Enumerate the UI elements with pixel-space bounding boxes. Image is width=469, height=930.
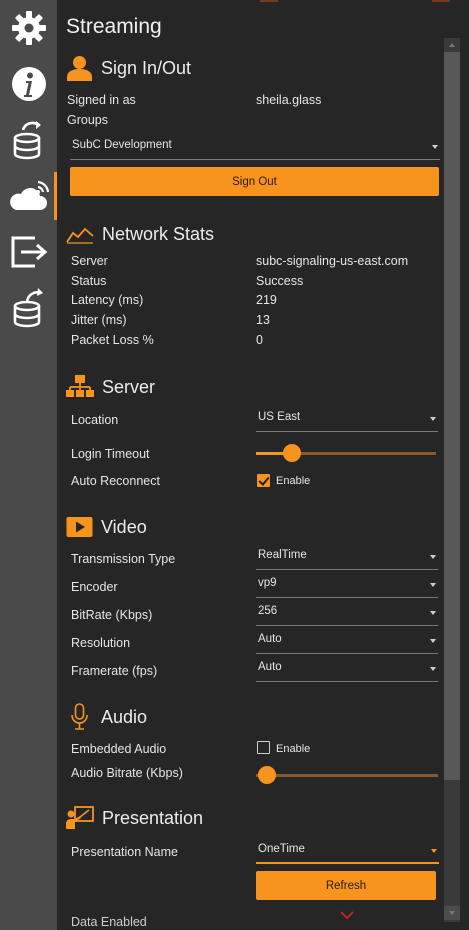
database-sync-icon (13, 121, 41, 160)
network-stat-value: 0 (256, 333, 263, 347)
audio-heading: Audio (101, 706, 148, 727)
audio-section-header: Audio (66, 702, 147, 732)
chevron-down-icon (430, 417, 436, 421)
sidebar-export-button[interactable] (0, 224, 57, 280)
chevron-down-icon (449, 911, 455, 915)
video-setting-value: RealTime (258, 549, 307, 561)
sign-in-heading: Sign In/Out (101, 57, 192, 78)
chevron-down-icon (430, 555, 436, 559)
video-setting-dropdown[interactable]: vp9 (256, 572, 438, 598)
groups-dropdown[interactable]: SubC Development (70, 134, 440, 160)
chevron-down-icon (430, 583, 436, 587)
user-icon (67, 56, 92, 81)
sign-in-section-header: Sign In/Out (66, 53, 191, 83)
gear-icon (11, 11, 46, 45)
auto-reconnect-checkbox[interactable] (257, 474, 270, 487)
sign-out-button[interactable]: Sign Out (70, 167, 439, 196)
info-icon (11, 67, 46, 101)
video-play-icon (66, 517, 93, 537)
signed-in-label: Signed in as (67, 93, 136, 107)
video-setting-dropdown[interactable]: 256 (256, 600, 438, 626)
top-accent-line (260, 0, 278, 2)
groups-dropdown-value: SubC Development (72, 139, 172, 151)
presentation-name-dropdown[interactable]: OneTime (256, 838, 439, 864)
top-accent-line (432, 0, 450, 2)
cloud-broadcast-icon (9, 180, 49, 210)
sidebar (0, 0, 57, 930)
refresh-button[interactable]: Refresh (256, 871, 436, 900)
video-setting-label: Resolution (71, 636, 131, 650)
network-stat-value: 13 (256, 313, 270, 327)
database-export-icon (13, 288, 43, 328)
chevron-up-icon (449, 43, 455, 47)
location-dropdown-value: US East (258, 411, 301, 423)
audio-bitrate-label: Audio Bitrate (Kbps) (71, 766, 183, 780)
scrollbar-thumb[interactable] (444, 52, 460, 780)
sidebar-database-export-button[interactable] (0, 280, 57, 336)
scroll-up-button[interactable] (444, 38, 460, 52)
video-heading: Video (101, 516, 147, 537)
server-heading: Server (102, 376, 156, 397)
video-section-header: Video (66, 512, 147, 542)
presentation-name-label: Presentation Name (71, 845, 179, 859)
chevron-down-icon[interactable] (340, 911, 354, 919)
network-stat-value: subc-signaling-us-east.com (256, 254, 409, 268)
line-chart-icon (66, 227, 94, 244)
sidebar-streaming-button[interactable] (0, 168, 57, 224)
network-stats-section-header: Network Stats (66, 219, 214, 249)
network-stat-label: Jitter (ms) (71, 313, 127, 327)
network-stat-label: Status (71, 274, 107, 288)
network-stat-label: Server (71, 254, 108, 268)
video-setting-value: vp9 (258, 577, 277, 589)
chevron-down-icon (430, 639, 436, 643)
network-stat-label: Latency (ms) (71, 293, 144, 307)
export-icon (11, 236, 47, 268)
video-setting-label: Framerate (fps) (71, 664, 158, 678)
sidebar-settings-button[interactable] (0, 0, 57, 56)
panel-title: Streaming (66, 15, 162, 38)
groups-label: Groups (67, 113, 108, 127)
auto-reconnect-enable-label: Enable (276, 475, 311, 487)
video-setting-value: Auto (258, 661, 282, 673)
login-timeout-label: Login Timeout (71, 447, 150, 461)
presentation-icon (66, 806, 94, 829)
video-setting-value: Auto (258, 633, 282, 645)
chevron-down-icon (430, 667, 436, 671)
auto-reconnect-label: Auto Reconnect (71, 474, 160, 488)
video-setting-dropdown[interactable]: Auto (256, 656, 438, 682)
video-setting-dropdown[interactable]: RealTime (256, 544, 438, 570)
embedded-audio-checkbox[interactable] (257, 741, 270, 754)
embedded-audio-enable-label: Enable (276, 743, 311, 755)
data-enabled-label: Data Enabled (71, 915, 147, 929)
network-stat-label: Packet Loss % (71, 333, 154, 347)
presentation-section-header: Presentation (66, 803, 203, 833)
chevron-down-icon (432, 145, 438, 149)
embedded-audio-label: Embedded Audio (71, 742, 167, 756)
sidebar-info-button[interactable] (0, 56, 57, 112)
scroll-down-button[interactable] (444, 906, 460, 920)
signed-in-value: sheila.glass (256, 93, 322, 107)
video-setting-label: Encoder (71, 580, 118, 594)
network-stat-value: 219 (256, 293, 277, 307)
audio-bitrate-slider-thumb[interactable] (258, 766, 276, 784)
server-section-header: Server (66, 372, 155, 402)
sidebar-database-sync-button[interactable] (0, 112, 57, 168)
presentation-name-value: OneTime (258, 843, 305, 855)
chevron-down-icon (431, 849, 437, 853)
video-setting-dropdown[interactable]: Auto (256, 628, 438, 654)
network-stat-value: Success (256, 274, 304, 288)
video-setting-value: 256 (258, 605, 278, 617)
login-timeout-slider-thumb[interactable] (283, 444, 301, 462)
microphone-icon (71, 703, 88, 730)
location-label: Location (71, 413, 119, 427)
network-stats-heading: Network Stats (102, 223, 215, 244)
video-setting-label: BitRate (Kbps) (71, 608, 153, 622)
location-dropdown[interactable]: US East (256, 406, 438, 432)
presentation-heading: Presentation (102, 807, 204, 828)
video-setting-label: Transmission Type (71, 552, 176, 566)
network-server-icon (66, 375, 94, 397)
chevron-down-icon (430, 611, 436, 615)
slider-track (256, 774, 438, 777)
